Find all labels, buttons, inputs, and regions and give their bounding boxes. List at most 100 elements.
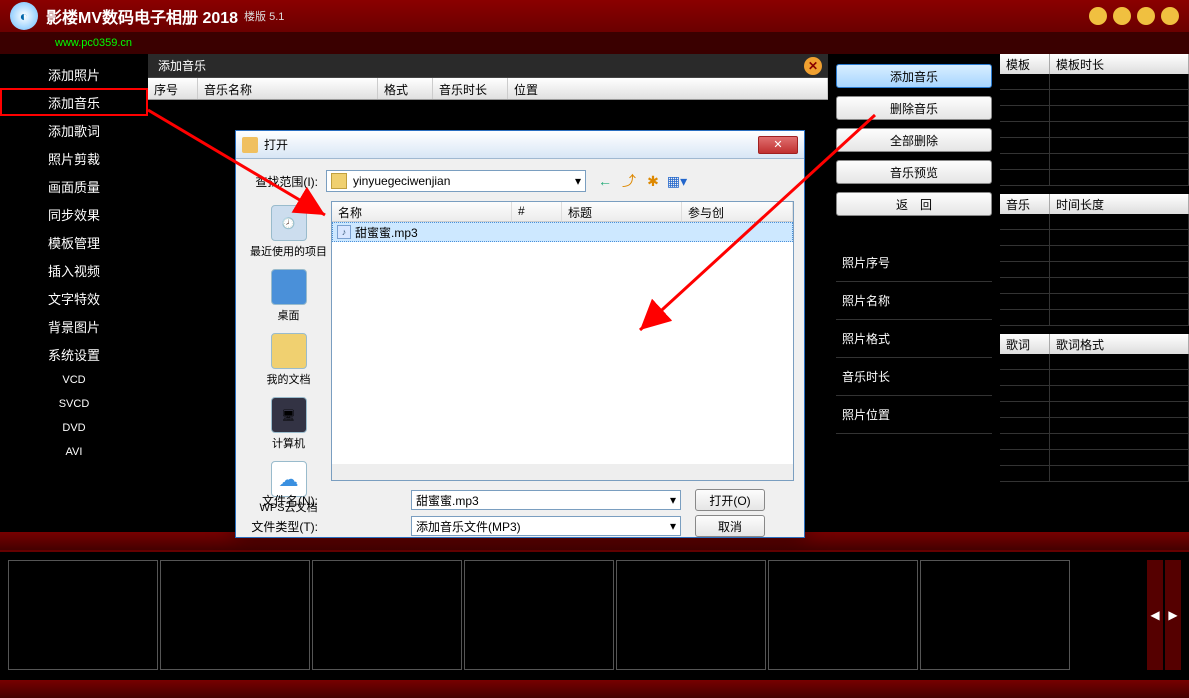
- minimize-button[interactable]: [1089, 7, 1107, 25]
- thumb-scroll-right[interactable]: ▶: [1165, 560, 1181, 670]
- app-version: 楼版 5.1: [244, 8, 284, 24]
- sidebar: 添加照片 添加音乐 添加歌词 照片剪裁 画面质量 同步效果 模板管理 插入视频 …: [0, 54, 148, 532]
- sidebar-item-background[interactable]: 背景图片: [0, 312, 148, 340]
- sidebar-item-add-music[interactable]: 添加音乐: [0, 88, 148, 116]
- filetype-select[interactable]: 添加音乐文件(MP3) ▾: [411, 516, 681, 536]
- titlebar: ◐ 影楼MV数码电子相册 2018 楼版 5.1: [0, 0, 1189, 32]
- menu-button[interactable]: [1137, 7, 1155, 25]
- remove-music-button[interactable]: 删除音乐: [836, 96, 992, 120]
- computer-icon: 🖥: [271, 397, 307, 433]
- music-file-icon: ♪: [337, 225, 351, 239]
- cancel-button[interactable]: 取消: [695, 515, 765, 537]
- sidebar-item-templates[interactable]: 模板管理: [0, 228, 148, 256]
- filecol-artist[interactable]: 参与创: [682, 202, 793, 221]
- nav-newfolder-icon[interactable]: ✱: [644, 172, 662, 190]
- remove-all-button[interactable]: 全部删除: [836, 128, 992, 152]
- window-close-button[interactable]: [1161, 7, 1179, 25]
- sidebar-item-add-photo[interactable]: 添加照片: [0, 60, 148, 88]
- tab-close-button[interactable]: ✕: [804, 57, 822, 75]
- thumbnail-slot[interactable]: [616, 560, 766, 670]
- sidebar-item-dvd[interactable]: DVD: [0, 416, 148, 440]
- t3-col1: 歌词: [1000, 334, 1050, 354]
- col-seq: 序号: [148, 78, 198, 99]
- place-computer[interactable]: 🖥 计算机: [271, 397, 307, 451]
- nav-up-icon[interactable]: ⤴: [620, 172, 638, 190]
- info-block: 照片序号 照片名称 照片格式 音乐时长 照片位置: [836, 244, 992, 434]
- thumbnail-slot[interactable]: [464, 560, 614, 670]
- filename-value: 甜蜜蜜.mp3: [416, 492, 479, 509]
- t3-col2: 歌词格式: [1050, 334, 1189, 354]
- app-logo: ◐: [10, 2, 38, 30]
- info-photo-format: 照片格式: [836, 320, 992, 358]
- thumbnail-slot[interactable]: [160, 560, 310, 670]
- thumbnail-slot[interactable]: [8, 560, 158, 670]
- sidebar-item-avi[interactable]: AVI: [0, 440, 148, 464]
- t1-col1: 模板: [1000, 54, 1050, 74]
- sidebar-item-add-lyrics[interactable]: 添加歌词: [0, 116, 148, 144]
- col-format: 格式: [378, 78, 433, 99]
- folder-open-icon: [242, 137, 258, 153]
- info-photo-seq: 照片序号: [836, 244, 992, 282]
- sidebar-item-vcd[interactable]: VCD: [0, 368, 148, 392]
- sidebar-item-quality[interactable]: 画面质量: [0, 172, 148, 200]
- music-list-header: 序号 音乐名称 格式 音乐时长 位置: [148, 78, 828, 100]
- t2-col2: 时间长度: [1050, 194, 1189, 214]
- place-computer-label: 计算机: [272, 435, 305, 451]
- nav-view-icon[interactable]: ▦▾: [668, 172, 686, 190]
- file-open-dialog: 打开 ✕ 查找范围(I): yinyuegeciwenjian ▾ ← ⤴ ✱ …: [235, 130, 805, 538]
- t1-col2: 模板时长: [1050, 54, 1189, 74]
- sidebar-item-svcd[interactable]: SVCD: [0, 392, 148, 416]
- range-label: 查找范围(I):: [246, 173, 326, 190]
- bottom-bar: [0, 680, 1189, 698]
- thumbnail-slot[interactable]: [920, 560, 1070, 670]
- place-desktop[interactable]: 桌面: [271, 269, 307, 323]
- lookIn-value: yinyuegeciwenjian: [353, 174, 450, 188]
- lookIn-select[interactable]: yinyuegeciwenjian ▾: [326, 170, 586, 192]
- sidebar-item-sync[interactable]: 同步效果: [0, 200, 148, 228]
- horizontal-scrollbar[interactable]: [332, 464, 793, 480]
- home-button[interactable]: [1113, 7, 1131, 25]
- dialog-close-button[interactable]: ✕: [758, 136, 798, 154]
- thumb-scroll-left[interactable]: ◀: [1147, 560, 1163, 670]
- filecol-name[interactable]: 名称: [332, 202, 512, 221]
- nav-back-icon[interactable]: ←: [596, 172, 614, 190]
- col-location: 位置: [508, 78, 828, 99]
- preview-music-button[interactable]: 音乐预览: [836, 160, 992, 184]
- recent-icon: 🕗: [271, 205, 307, 241]
- chevron-down-icon: ▾: [670, 493, 676, 507]
- filecol-num[interactable]: #: [512, 202, 562, 221]
- col-name: 音乐名称: [198, 78, 378, 99]
- open-button[interactable]: 打开(O): [695, 489, 765, 511]
- sidebar-item-settings[interactable]: 系统设置: [0, 340, 148, 368]
- thumbnail-strip: ◀ ▶: [0, 550, 1189, 680]
- filename-input[interactable]: 甜蜜蜜.mp3 ▾: [411, 490, 681, 510]
- info-photo-location: 照片位置: [836, 396, 992, 434]
- add-music-button[interactable]: 添加音乐: [836, 64, 992, 88]
- watermark-text: www.pc0359.cn: [55, 37, 132, 49]
- mydocs-icon: [271, 333, 307, 369]
- sidebar-item-crop[interactable]: 照片剪裁: [0, 144, 148, 172]
- filecol-title[interactable]: 标题: [562, 202, 682, 221]
- folder-icon: [331, 173, 347, 189]
- file-row-name: 甜蜜蜜.mp3: [355, 224, 418, 241]
- dialog-title: 打开: [264, 136, 288, 153]
- place-recent[interactable]: 🕗最近使用的项目: [250, 205, 327, 259]
- file-row[interactable]: ♪ 甜蜜蜜.mp3: [332, 222, 793, 242]
- info-music-duration: 音乐时长: [836, 358, 992, 396]
- filetype-label: 文件类型(T):: [246, 518, 326, 535]
- file-list[interactable]: ♪ 甜蜜蜜.mp3: [332, 222, 793, 464]
- dialog-titlebar[interactable]: 打开 ✕: [236, 131, 804, 159]
- filename-label: 文件名(N):: [246, 492, 326, 509]
- desktop-icon: [271, 269, 307, 305]
- file-list-area: 名称 # 标题 参与创 ♪ 甜蜜蜜.mp3: [331, 201, 794, 481]
- action-panel: 添加音乐 删除音乐 全部删除 音乐预览 返 回 照片序号 照片名称 照片格式 音…: [828, 54, 1000, 532]
- sidebar-item-text-fx[interactable]: 文字特效: [0, 284, 148, 312]
- thumbnail-slot[interactable]: [312, 560, 462, 670]
- app-title: 影楼MV数码电子相册 2018: [46, 4, 238, 28]
- info-photo-name: 照片名称: [836, 282, 992, 320]
- thumbnail-slot[interactable]: [768, 560, 918, 670]
- sidebar-item-insert-video[interactable]: 插入视频: [0, 256, 148, 284]
- place-mydocs[interactable]: 我的文档: [267, 333, 311, 387]
- back-button[interactable]: 返 回: [836, 192, 992, 216]
- place-desktop-label: 桌面: [278, 307, 300, 323]
